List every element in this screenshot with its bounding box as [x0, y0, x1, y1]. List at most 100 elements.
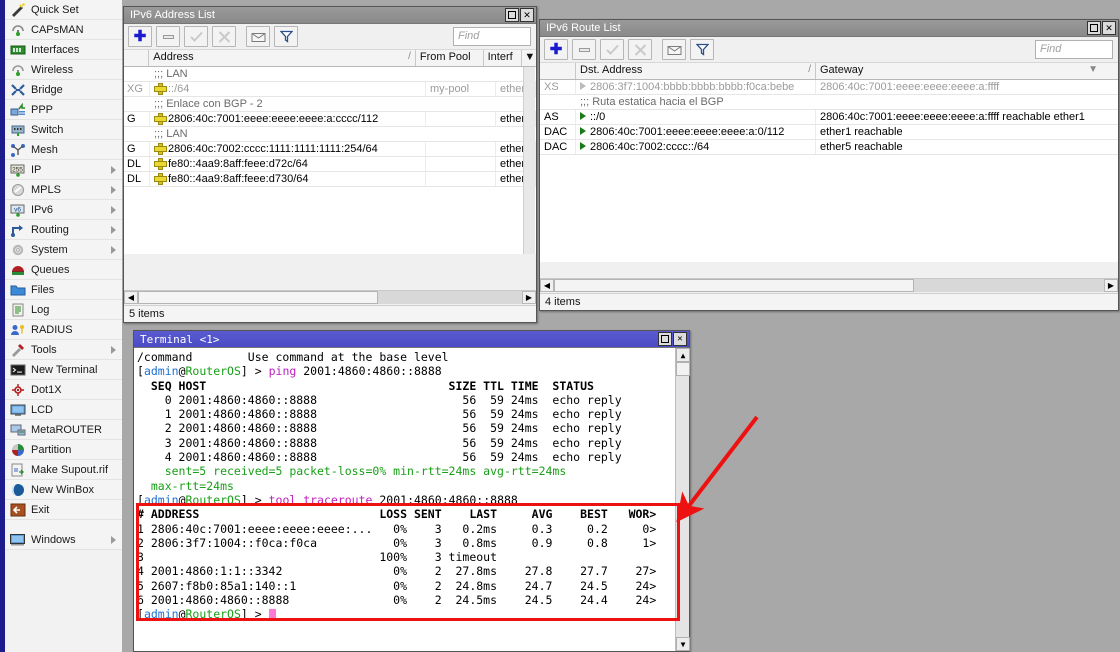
comment-row[interactable]: ;;; LAN	[124, 127, 536, 142]
terminal-text: ping	[269, 364, 297, 378]
scroll-left-icon[interactable]: ◀	[540, 279, 554, 292]
sidebar-item-mpls[interactable]: MPLS	[5, 180, 122, 200]
table-row[interactable]: DLfe80::4aa9:8aff:feee:d72c/64ether1	[124, 157, 536, 172]
sidebar-item-radius[interactable]: RADIUS	[5, 320, 122, 340]
window-titlebar[interactable]: IPv6 Address List ✕	[124, 7, 536, 24]
sidebar-item-lcd[interactable]: LCD	[5, 400, 122, 420]
add-button[interactable]: ✚	[544, 39, 568, 60]
sidebar-item-label: Quick Set	[31, 4, 79, 16]
enable-button[interactable]	[600, 39, 624, 60]
comment-row[interactable]: ;;; Ruta estatica hacia el BGP	[540, 95, 1118, 110]
column-header-dst-address[interactable]: Dst. Address/	[576, 63, 816, 79]
scroll-thumb[interactable]	[138, 291, 378, 304]
ipv6-icon: v6	[9, 202, 26, 218]
sidebar-item-bridge[interactable]: Bridge	[5, 80, 122, 100]
address-pin-icon	[154, 158, 165, 168]
terminal-vertical-scrollbar[interactable]: ▲ ▼	[675, 348, 689, 651]
window-titlebar[interactable]: Terminal <1> ✕	[134, 331, 689, 348]
disable-button[interactable]	[212, 26, 236, 47]
sidebar-item-dot1x[interactable]: Dot1X	[5, 380, 122, 400]
find-input[interactable]: Find	[453, 27, 531, 46]
sidebar-item-quick-set[interactable]: Quick Set	[5, 0, 122, 20]
column-header-flags[interactable]	[540, 63, 576, 79]
filter-button[interactable]	[274, 26, 298, 47]
row-comment: ;;; Ruta estatica hacia el BGP	[576, 95, 1106, 109]
column-header-from-pool[interactable]: From Pool	[416, 50, 484, 66]
sidebar-item-wireless[interactable]: Wireless	[5, 60, 122, 80]
row-gateway: ether1 reachable	[816, 125, 1106, 139]
sidebar-item-ppp[interactable]: PPP	[5, 100, 122, 120]
sidebar-item-interfaces[interactable]: Interfaces	[5, 40, 122, 60]
table-row[interactable]: XS2806:3f7:1004:bbbb:bbbb:bbbb:f0ca:bebe…	[540, 80, 1118, 95]
sidebar-item-partition[interactable]: Partition	[5, 440, 122, 460]
enable-button[interactable]	[184, 26, 208, 47]
maximize-button[interactable]	[658, 332, 672, 346]
scroll-down-icon[interactable]: ▼	[676, 637, 690, 651]
table-row[interactable]: G2806:40c:7002:cccc:1111:1111:1111:254/6…	[124, 142, 536, 157]
route-arrow-icon	[580, 82, 586, 90]
sidebar-item-ip[interactable]: 255IP	[5, 160, 122, 180]
window-titlebar[interactable]: IPv6 Route List ✕	[540, 20, 1118, 37]
sidebar-item-routing[interactable]: Routing	[5, 220, 122, 240]
filter-button[interactable]	[690, 39, 714, 60]
sidebar-item-exit[interactable]: Exit	[5, 500, 122, 520]
close-icon[interactable]: ✕	[673, 332, 687, 346]
add-button[interactable]: ✚	[128, 26, 152, 47]
comment-row[interactable]: ;;; Enlace con BGP - 2	[124, 97, 536, 112]
sidebar-item-new-winbox[interactable]: New WinBox	[5, 480, 122, 500]
address-list-vertical-scrollbar[interactable]	[523, 67, 535, 254]
scroll-thumb[interactable]	[554, 279, 914, 292]
sidebar-item-ipv6[interactable]: v6IPv6	[5, 200, 122, 220]
table-row[interactable]: DLfe80::4aa9:8aff:feee:d730/64ether5	[124, 172, 536, 187]
maximize-button[interactable]	[505, 8, 519, 22]
sidebar-item-mesh[interactable]: Mesh	[5, 140, 122, 160]
sidebar-item-new-terminal[interactable]: New Terminal	[5, 360, 122, 380]
address-list-horizontal-scrollbar[interactable]: ◀ ▶	[124, 290, 536, 304]
sidebar-item-metarouter[interactable]: MetaROUTER	[5, 420, 122, 440]
comment-button[interactable]	[662, 39, 686, 60]
sidebar-item-switch[interactable]: Switch	[5, 120, 122, 140]
sidebar-item-queues[interactable]: Queues	[5, 260, 122, 280]
comment-button[interactable]	[246, 26, 270, 47]
chevron-right-icon	[111, 226, 116, 234]
column-header-address[interactable]: Address/	[149, 50, 416, 66]
column-header-gateway[interactable]: Gateway▼	[816, 63, 1102, 79]
sidebar-item-make-supout-rif[interactable]: Make Supout.rif	[5, 460, 122, 480]
disable-button[interactable]	[628, 39, 652, 60]
scroll-left-icon[interactable]: ◀	[124, 291, 138, 304]
close-icon[interactable]: ✕	[1102, 21, 1116, 35]
dst-address-text: 2806:40c:7001:eeee:eeee:eeee:a:0/112	[590, 126, 784, 138]
sidebar-item-label: Dot1X	[31, 384, 62, 396]
sidebar-item-system[interactable]: System	[5, 240, 122, 260]
scroll-thumb[interactable]	[676, 362, 690, 376]
route-list-status: 4 items	[540, 293, 1118, 310]
sidebar-item-capsman[interactable]: CAPsMAN	[5, 20, 122, 40]
find-input[interactable]: Find	[1035, 40, 1113, 59]
table-row[interactable]: G2806:40c:7001:eeee:eeee:eeee:a:cccc/112…	[124, 112, 536, 127]
table-row[interactable]: DAC2806:40c:7001:eeee:eeee:eeee:a:0/112e…	[540, 125, 1118, 140]
column-chooser-icon[interactable]: ▼	[522, 50, 536, 66]
column-header-interface[interactable]: Interf	[484, 50, 523, 66]
terminal-output[interactable]: /command Use command at the base level[a…	[134, 348, 689, 651]
scroll-right-icon[interactable]: ▶	[1104, 279, 1118, 292]
table-row[interactable]: XG::/64my-poolether5	[124, 82, 536, 97]
maximize-button[interactable]	[1087, 21, 1101, 35]
dst-address-text: 2806:3f7:1004:bbbb:bbbb:bbbb:f0ca:bebe	[590, 81, 794, 93]
sidebar-item-windows[interactable]: Windows	[5, 530, 122, 550]
column-header-flags[interactable]	[124, 50, 149, 66]
address-table-header: Address/ From Pool Interf ▼	[124, 50, 536, 67]
table-row[interactable]: DAC2806:40c:7002:cccc::/64ether5 reachab…	[540, 140, 1118, 155]
lcd-icon	[9, 402, 26, 418]
terminal-text: 2001:4860:4860::8888	[372, 493, 517, 507]
sidebar-item-files[interactable]: Files	[5, 280, 122, 300]
table-row[interactable]: AS::/02806:40c:7001:eeee:eeee:eeee:a:fff…	[540, 110, 1118, 125]
route-list-horizontal-scrollbar[interactable]: ◀ ▶	[540, 278, 1118, 292]
scroll-up-icon[interactable]: ▲	[676, 348, 690, 362]
comment-row[interactable]: ;;; LAN	[124, 67, 536, 82]
remove-button[interactable]	[156, 26, 180, 47]
close-icon[interactable]: ✕	[520, 8, 534, 22]
sidebar-item-tools[interactable]: Tools	[5, 340, 122, 360]
remove-button[interactable]	[572, 39, 596, 60]
sidebar-item-log[interactable]: Log	[5, 300, 122, 320]
scroll-right-icon[interactable]: ▶	[522, 291, 536, 304]
